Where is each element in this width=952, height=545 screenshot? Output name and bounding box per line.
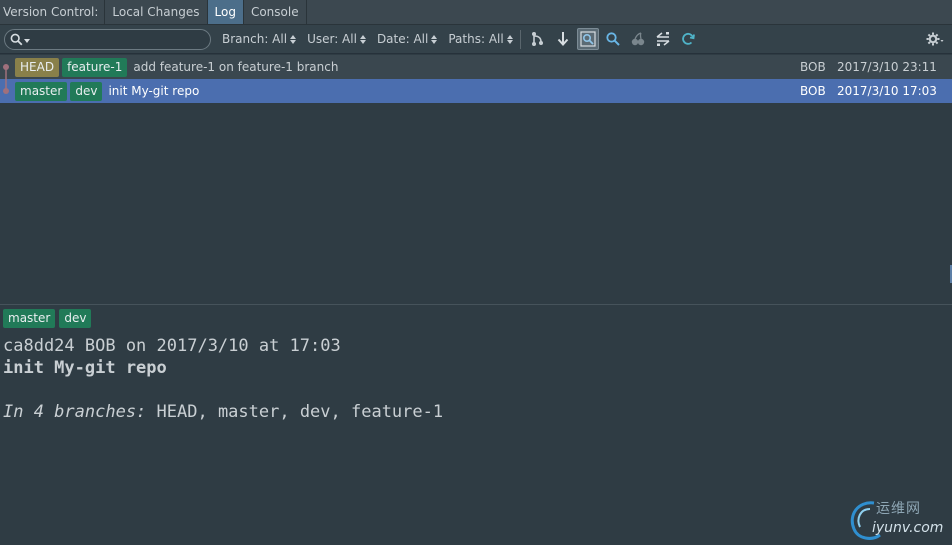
commit-author: BOB xyxy=(800,60,826,74)
graph-options-button[interactable] xyxy=(527,28,549,50)
commit-details-pane: master dev ca8dd24 BOB on 2017/3/10 at 1… xyxy=(0,305,952,545)
settings-button[interactable] xyxy=(924,28,946,50)
toolbar-separator xyxy=(519,29,521,49)
watermark-logo: 运维网 iyunv.com xyxy=(846,495,950,543)
graph-icon xyxy=(531,32,543,46)
search-input[interactable] xyxy=(34,32,210,46)
paths-filter-label: Paths: All xyxy=(448,32,504,46)
search-box[interactable] xyxy=(4,28,211,50)
highlight-commits-button[interactable] xyxy=(576,28,599,50)
gear-icon xyxy=(926,32,944,46)
watermark-cn-text: 运维网 xyxy=(876,501,921,517)
user-filter-label: User: All xyxy=(307,32,357,46)
search-icon xyxy=(10,33,23,45)
details-tag-dev: dev xyxy=(59,309,92,328)
containing-branches-list: HEAD, master, dev, feature-1 xyxy=(146,402,444,422)
magnifier-icon xyxy=(606,32,620,46)
ref-tag-dev: dev xyxy=(70,81,103,101)
down-arrow-icon xyxy=(557,32,568,46)
commit-message: add feature-1 on feature-1 branch xyxy=(133,60,339,74)
commit-subject: init My-git repo xyxy=(3,358,167,378)
version-control-label: Version Control: xyxy=(0,0,106,24)
log-toolbar: Branch: All User: All Date: All Paths: A… xyxy=(0,25,952,54)
refresh-icon xyxy=(681,32,695,45)
containing-branches-prefix: In 4 branches: xyxy=(3,402,147,422)
tab-console[interactable]: Console xyxy=(244,0,307,24)
tool-window-tabbar: Version Control: Local Changes Log Conso… xyxy=(0,0,952,25)
go-to-hash-button[interactable] xyxy=(552,28,574,50)
details-ref-tags: master dev xyxy=(3,309,95,328)
ref-tag-head: HEAD xyxy=(15,57,60,77)
branch-filter[interactable]: Branch: All xyxy=(222,32,297,46)
commit-graph-node xyxy=(0,79,15,103)
containing-branches: In 4 branches: HEAD, master, dev, featur… xyxy=(3,402,443,422)
tab-local-changes[interactable]: Local Changes xyxy=(105,0,208,24)
user-filter[interactable]: User: All xyxy=(307,32,366,46)
branch-filter-label: Branch: All xyxy=(222,32,288,46)
refresh-button[interactable] xyxy=(677,28,699,50)
commit-hash-line: ca8dd24 BOB on 2017/3/10 at 17:03 xyxy=(3,336,341,356)
updown-arrows-icon xyxy=(506,34,513,44)
commit-message: init My-git repo xyxy=(108,84,200,98)
ref-tag-master: master xyxy=(15,81,68,101)
commit-date: 2017/3/10 17:03 xyxy=(837,84,937,98)
commit-author: BOB xyxy=(800,84,826,98)
quick-search-button[interactable] xyxy=(602,28,624,50)
search-history-dropdown-icon[interactable] xyxy=(24,38,30,43)
tab-log[interactable]: Log xyxy=(207,0,244,24)
updown-arrows-icon xyxy=(431,34,438,44)
watermark-url-text: iyunv.com xyxy=(872,520,944,536)
cherry-pick-icon xyxy=(631,32,644,46)
commit-date: 2017/3/10 23:11 xyxy=(837,60,937,74)
compare-button[interactable] xyxy=(652,28,674,50)
paths-filter[interactable]: Paths: All xyxy=(448,32,513,46)
commit-row-selected[interactable]: master dev init My-git repo BOB 2017/3/1… xyxy=(0,79,952,103)
diff-icon xyxy=(656,32,670,46)
ref-tag-feature-1: feature-1 xyxy=(62,57,128,77)
highlight-icon xyxy=(580,31,596,47)
date-filter-label: Date: All xyxy=(376,32,429,46)
cherry-pick-button[interactable] xyxy=(627,28,649,50)
commit-log-table[interactable]: HEAD feature-1 add feature-1 on feature-… xyxy=(0,55,952,304)
updown-arrows-icon xyxy=(290,34,297,44)
details-tag-master: master xyxy=(3,309,56,328)
commit-row[interactable]: HEAD feature-1 add feature-1 on feature-… xyxy=(0,55,952,79)
date-filter[interactable]: Date: All xyxy=(376,32,438,46)
updown-arrows-icon xyxy=(359,34,366,44)
commit-graph-node xyxy=(0,55,15,79)
